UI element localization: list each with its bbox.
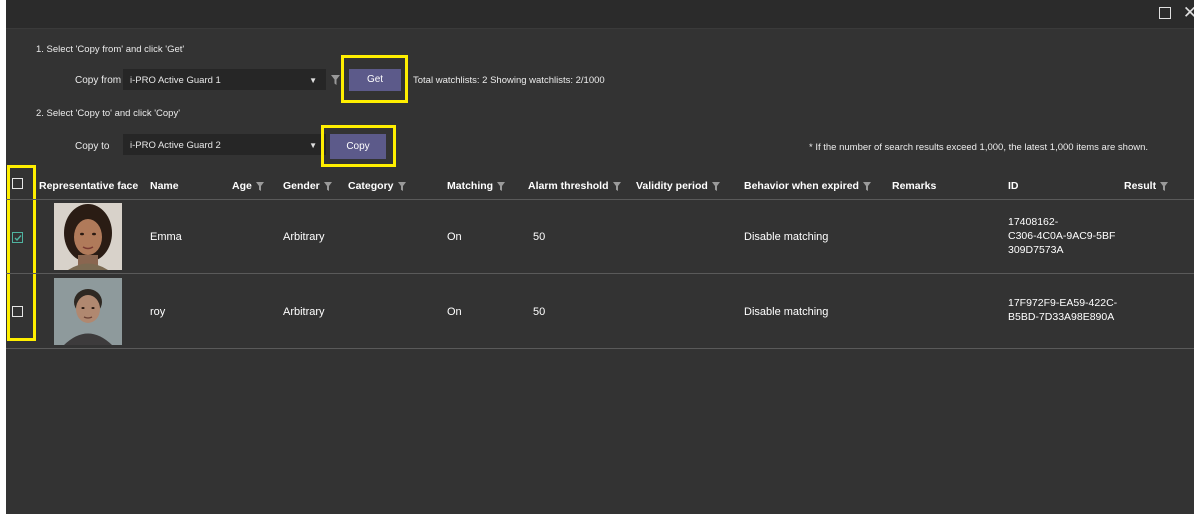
get-button-highlight — [341, 55, 408, 103]
copy-button-highlight — [321, 125, 396, 167]
column-header[interactable]: Validity period — [636, 172, 720, 200]
chevron-down-icon: ▼ — [309, 141, 317, 150]
column-header[interactable]: Gender — [283, 172, 332, 200]
close-icon[interactable]: ✕ — [1180, 3, 1194, 23]
column-header-label: Name — [150, 180, 179, 192]
step2-instruction: 2. Select 'Copy to' and click 'Copy' — [36, 108, 181, 119]
maximize-icon[interactable] — [1155, 3, 1175, 23]
column-header-label: Remarks — [892, 180, 937, 192]
matching-cell: On — [447, 231, 462, 243]
check-icon — [14, 234, 22, 241]
filter-icon[interactable] — [331, 75, 340, 85]
results-limit-note: * If the number of search results exceed… — [809, 142, 1149, 153]
filter-icon[interactable] — [497, 181, 506, 191]
column-header[interactable]: Category — [348, 172, 406, 200]
id-line: B5BD-7D33A98E890A — [1008, 311, 1115, 323]
name-cell: roy — [150, 306, 166, 318]
id-line: 17408162- — [1008, 216, 1059, 228]
empty-table-area — [6, 349, 1194, 514]
filter-icon[interactable] — [862, 181, 871, 191]
column-header-label: Age — [232, 180, 252, 192]
column-header[interactable]: Remarks — [892, 172, 936, 200]
gender-cell: Arbitrary — [283, 231, 325, 243]
copy-from-label: Copy from — [75, 75, 122, 86]
filter-icon[interactable] — [255, 181, 264, 191]
watchlist-summary: Total watchlists: 2 Showing watchlists: … — [413, 75, 605, 86]
column-header[interactable]: Result — [1124, 172, 1169, 200]
filter-icon[interactable] — [612, 181, 621, 191]
filter-icon[interactable] — [711, 181, 720, 191]
row-checkbox[interactable] — [12, 306, 23, 317]
column-header-label: Behavior when expired — [744, 180, 859, 192]
filter-icon[interactable] — [323, 181, 332, 191]
copy-to-value: i-PRO Active Guard 2 — [130, 140, 221, 151]
column-header[interactable]: Alarm threshold — [528, 172, 621, 200]
column-header-label: ID — [1008, 180, 1019, 192]
column-header-label: Alarm threshold — [528, 180, 609, 192]
id-line: C306-4C0A-9AC9-5BF — [1008, 230, 1116, 242]
row-divider — [6, 199, 1194, 200]
column-header[interactable]: Behavior when expired — [744, 172, 871, 200]
gender-cell: Arbitrary — [283, 306, 325, 318]
row-divider — [6, 273, 1194, 274]
title-bar: ✕ — [6, 0, 1194, 29]
alarm-threshold-cell: 50 — [533, 306, 546, 318]
column-header-label: Category — [348, 180, 394, 192]
matching-cell: On — [447, 306, 462, 318]
column-header-label: Matching — [447, 180, 494, 192]
copy-to-label: Copy to — [75, 141, 110, 152]
copy-from-select[interactable]: i-PRO Active Guard 1 ▼ — [123, 69, 326, 90]
column-header-label: Validity period — [636, 180, 708, 192]
column-header[interactable]: Representative face — [39, 172, 138, 200]
copy-to-select[interactable]: i-PRO Active Guard 2 ▼ — [123, 134, 326, 155]
column-header[interactable]: Matching — [447, 172, 506, 200]
alarm-threshold-cell: 50 — [533, 231, 546, 243]
column-header[interactable]: Age — [232, 172, 264, 200]
filter-icon[interactable] — [397, 181, 406, 191]
column-header-label: Gender — [283, 180, 320, 192]
id-cell: 17408162- C306-4C0A-9AC9-5BF 309D7573A — [1008, 215, 1115, 257]
representative-face-image — [54, 203, 122, 270]
row-checkbox[interactable] — [12, 232, 23, 243]
step1-instruction: 1. Select 'Copy from' and click 'Get' — [36, 44, 185, 55]
column-header[interactable]: Name — [150, 172, 179, 200]
id-line: 309D7573A — [1008, 244, 1064, 256]
filter-icon[interactable] — [1160, 181, 1169, 191]
id-cell: 17F972F9-EA59-422C- B5BD-7D33A98E890A — [1008, 296, 1117, 324]
representative-face-image — [54, 278, 122, 345]
select-all-checkbox[interactable] — [12, 178, 23, 189]
id-line: 17F972F9-EA59-422C- — [1008, 297, 1118, 309]
behavior-cell: Disable matching — [744, 231, 829, 243]
behavior-cell: Disable matching — [744, 306, 829, 318]
copy-from-value: i-PRO Active Guard 1 — [130, 75, 221, 86]
watchlist-copy-window: ✕ 1. Select 'Copy from' and click 'Get' … — [6, 0, 1194, 514]
column-header-label: Result — [1124, 180, 1157, 192]
column-header[interactable]: ID — [1008, 172, 1019, 200]
name-cell: Emma — [150, 231, 182, 243]
chevron-down-icon: ▼ — [309, 76, 317, 85]
column-header-label: Representative face — [39, 180, 139, 192]
